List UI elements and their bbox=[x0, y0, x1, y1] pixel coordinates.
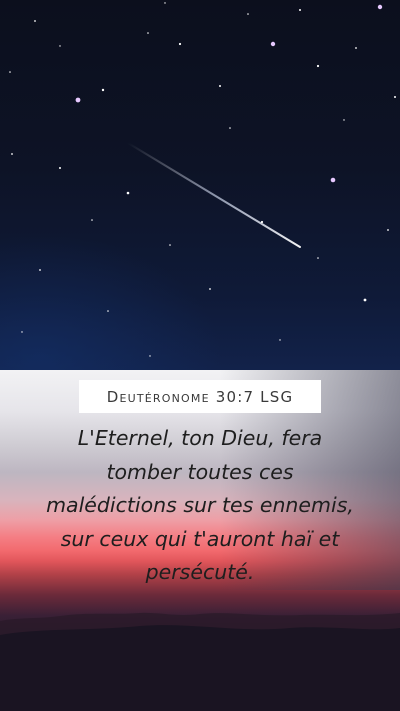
stars bbox=[9, 2, 396, 357]
verse-reference: Deutéronome 30:7 LSG bbox=[106, 387, 294, 406]
starfield bbox=[9, 2, 396, 357]
shooting-star bbox=[127, 142, 301, 248]
wallpaper: Deutéronome 30:7 LSG L'Eternel, ton Dieu… bbox=[0, 0, 400, 711]
night-sky bbox=[0, 0, 400, 370]
verse-text: L'Eternel, ton Dieu, fera tomber toutes … bbox=[46, 426, 354, 584]
hill-silhouette bbox=[0, 612, 400, 711]
verse-reference-badge: Deutéronome 30:7 LSG bbox=[79, 380, 321, 413]
